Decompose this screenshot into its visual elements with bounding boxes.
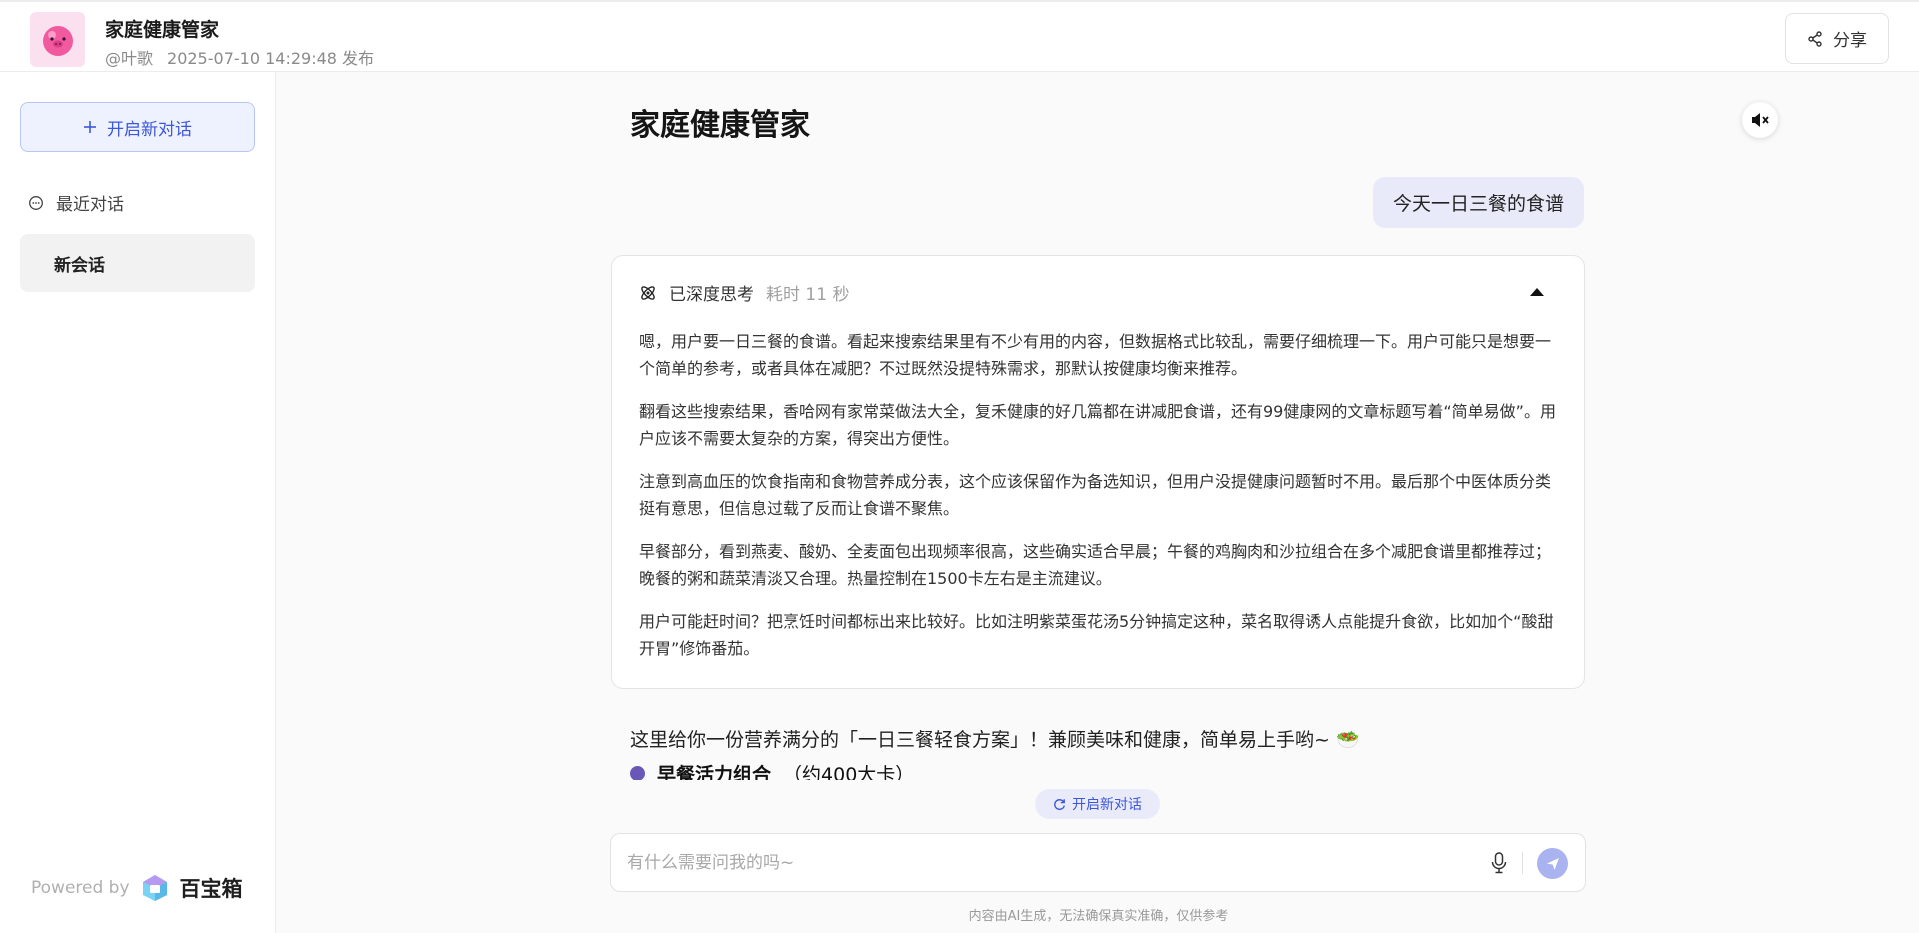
new-chat-button[interactable]: 开启新对话 [20, 102, 255, 152]
mute-button[interactable] [1742, 102, 1778, 138]
recent-conversations-header: 最近对话 [28, 190, 124, 215]
chat-bubble-icon [29, 195, 43, 210]
send-button[interactable] [1537, 848, 1568, 879]
app-title: 家庭健康管家 [105, 19, 220, 41]
answer-item: 早餐活力组合 （约400大卡） [630, 760, 1590, 780]
recent-label: 最近对话 [56, 195, 124, 215]
thinking-content: 嗯，用户要一日三餐的食谱。看起来搜索结果里有不少有用的内容，但数据格式比较乱，需… [639, 328, 1561, 678]
pig-avatar-icon [42, 25, 73, 56]
share-button[interactable]: 分享 [1785, 13, 1889, 64]
app-avatar [30, 12, 85, 67]
composer [610, 833, 1586, 892]
answer-item-note: （约400大卡） [783, 764, 915, 780]
author-handle: @叶歌 [105, 49, 154, 68]
user-message-bubble: 今天一日三餐的食谱 [1372, 177, 1584, 228]
app-meta: @叶歌 2025-07-10 14:29:48 发布 [105, 45, 374, 69]
caret-up-icon[interactable] [1530, 288, 1544, 296]
answer-item-title: 早餐活力组合 [657, 764, 772, 780]
thinking-header[interactable]: 已深度思考 耗时 11 秒 [639, 280, 849, 305]
app-header: 家庭健康管家 @叶歌 2025-07-10 14:29:48 发布 分享 [0, 0, 1919, 72]
thinking-panel: 已深度思考 耗时 11 秒 嗯，用户要一日三餐的食谱。看起来搜索结果里有不少有用… [611, 255, 1585, 689]
thinking-duration: 耗时 11 秒 [766, 285, 850, 305]
refresh-icon [1054, 798, 1065, 810]
new-dialog-pill[interactable]: 开启新对话 [1035, 789, 1160, 819]
powered-by-label: Powered by [31, 878, 130, 898]
composer-divider [1522, 852, 1523, 874]
brand-logo-icon [142, 875, 167, 901]
ai-disclaimer: 内容由AI生成，无法确保真实准确，仅供参考 [968, 909, 1229, 924]
microphone-icon [1491, 852, 1507, 874]
answer-intro: 这里给你一份营养满分的「一日三餐轻食方案」！兼顾美味和健康，简单易上手哟~ 🥗 [630, 729, 1360, 751]
thinking-paragraph: 早餐部分，看到燕麦、酸奶、全麦面包出现频率很高，这些确实适合早晨；午餐的鸡胸肉和… [639, 542, 1552, 588]
share-label: 分享 [1833, 31, 1867, 51]
bullet-icon [630, 766, 645, 780]
thinking-paragraph: 注意到高血压的饮食指南和食物营养成分表，这个应该保留作为备选知识，但用户没提健康… [639, 472, 1552, 518]
new-chat-label: 开启新对话 [107, 119, 192, 140]
plus-icon [84, 121, 96, 133]
brand-name: 百宝箱 [179, 877, 243, 901]
send-icon [1546, 857, 1559, 870]
powered-by: Powered by 百宝箱 [31, 873, 243, 903]
share-icon [1808, 30, 1822, 47]
thinking-paragraph: 用户可能赶时间？把烹饪时间都标出来比较好。比如注明紫菜蛋花汤5分钟搞定这种，菜名… [639, 612, 1554, 658]
new-dialog-label: 开启新对话 [1072, 797, 1142, 813]
publish-time: 2025-07-10 14:29:48 发布 [167, 49, 375, 68]
conversation-title: 家庭健康管家 [630, 108, 810, 143]
thinking-status: 已深度思考 [669, 285, 754, 305]
answer-list: 早餐活力组合 （约400大卡） [630, 760, 1590, 780]
message-input[interactable] [627, 848, 1447, 878]
thinking-paragraph: 翻看这些搜索结果，香哈网有家常菜做法大全，复禾健康的好几篇都在讲减肥食谱，还有9… [639, 402, 1556, 448]
volume-mute-icon [1752, 113, 1769, 127]
session-item[interactable]: 新会话 [20, 234, 255, 292]
sidebar: 开启新对话 最近对话 新会话 Powered by 百宝箱 [0, 72, 276, 933]
thinking-paragraph: 嗯，用户要一日三餐的食谱。看起来搜索结果里有不少有用的内容，但数据格式比较乱，需… [639, 332, 1552, 378]
atom-icon [641, 285, 655, 300]
microphone-button[interactable] [1484, 848, 1514, 878]
